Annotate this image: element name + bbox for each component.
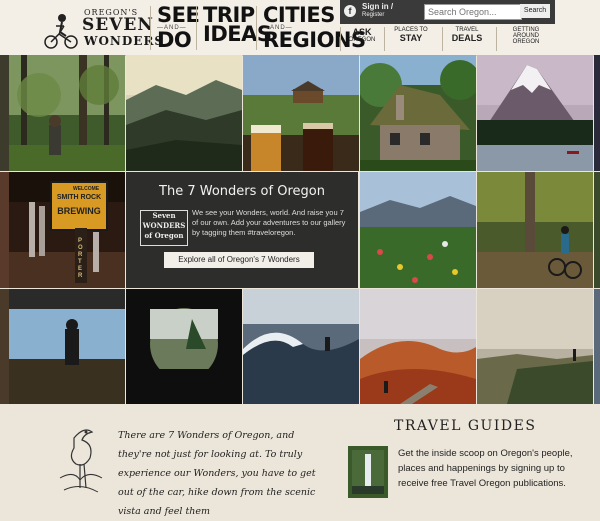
nav-see-and-do[interactable]: SEE —AND— DO — [150, 3, 200, 52]
search-button[interactable]: Search — [520, 4, 550, 18]
photo-edge-left-1[interactable] — [0, 55, 9, 171]
badge-line1: Seven — [152, 211, 176, 220]
photo-brewery[interactable]: WELCOME SMITH ROCK BREWING PORTER — [9, 172, 125, 288]
nav-trip-ideas[interactable]: TRIP IDEAS — [196, 5, 272, 50]
seven-wonders-badge-icon: Seven WONDERS of Oregon — [140, 210, 188, 246]
photo-beer-cabin[interactable] — [243, 55, 359, 171]
nav-ask-bottom: OREGON — [348, 37, 376, 43]
nav-travel-bottom: DEALS — [451, 33, 483, 43]
travel-guide-cover-image[interactable] — [348, 446, 388, 498]
signin-label: Sign in / — [362, 2, 394, 11]
seven-wonders-panel: The 7 Wonders of Oregon Seven WONDERS of… — [126, 172, 358, 288]
search-input[interactable] — [424, 4, 522, 20]
facebook-icon[interactable]: f — [344, 5, 356, 17]
brewery-sign-name: SMITH ROCK — [56, 194, 102, 201]
photo-painted-hills[interactable] — [360, 289, 476, 404]
site-logo[interactable]: OREGON'S SEVEN WONDERS — [44, 6, 163, 50]
photo-edge-left-2[interactable] — [0, 172, 9, 288]
nav-cities-and-regions[interactable]: CITIES —AND— REGIONS — [256, 3, 366, 52]
nav-ask-top: ASK — [352, 27, 372, 37]
heron-icon — [59, 429, 103, 493]
nav-see-and-do-bottom: DO — [157, 28, 192, 52]
photo-viewpoint-man[interactable] — [9, 289, 125, 404]
wonders-title: The 7 Wonders of Oregon — [159, 184, 325, 199]
photo-hills-sunset[interactable] — [126, 55, 242, 171]
top-utility-bar: f Sign in / Register Search — [340, 0, 555, 24]
wonders-story-text: There are 7 Wonders of Oregon, and they'… — [118, 430, 316, 517]
nav-trip-ideas-bottom: IDEAS — [203, 22, 272, 46]
photo-surfer[interactable] — [243, 289, 359, 404]
bottom-section: There are 7 Wonders of Oregon, and they'… — [0, 404, 600, 517]
brewery-sign-brewing: BREWING — [57, 206, 101, 216]
nav-getting-bottom: AROUND OREGON — [512, 33, 540, 45]
nav-cities-bottom: REGIONS — [263, 28, 366, 52]
brewery-tap-porter: PORTER — [78, 238, 83, 279]
nav-see-and-do-top: SEE — [157, 3, 200, 27]
photo-foggy-cliff[interactable] — [477, 289, 593, 404]
signin-link[interactable]: Sign in / Register — [362, 3, 393, 19]
photo-forest-hiker[interactable] — [9, 55, 125, 171]
nav-places-bottom: STAY — [399, 33, 423, 43]
nav-ask-oregon[interactable]: ASK OREGON — [340, 27, 383, 51]
travel-guides-description: Get the inside scoop on Oregon's people,… — [398, 448, 573, 489]
photo-wildflower-meadow[interactable] — [360, 172, 476, 288]
photo-mountain-biker[interactable] — [477, 172, 593, 288]
badge-line3: of Oregon — [144, 231, 184, 240]
brewery-sign-welcome: WELCOME — [73, 186, 100, 192]
photo-cottage[interactable] — [360, 55, 476, 171]
badge-line2: WONDERS — [142, 221, 186, 230]
site-header: OREGON'S SEVEN WONDERS SEE —AND— DO TRIP… — [0, 0, 600, 56]
explore-wonders-button[interactable]: Explore all of Oregon's 7 Wonders — [164, 252, 314, 268]
photo-edge-left-3[interactable] — [0, 289, 9, 404]
wonders-description: We see your Wonders, world. And raise yo… — [192, 208, 346, 237]
travel-guides-title: TRAVEL GUIDES — [394, 418, 537, 434]
photo-mount-hood[interactable] — [477, 55, 593, 171]
photo-edge-right-1[interactable] — [594, 55, 600, 171]
photo-tunnel[interactable] — [126, 289, 242, 404]
photo-edge-right-3[interactable] — [594, 289, 600, 404]
bike-logo-icon — [44, 14, 78, 49]
photo-edge-right-2[interactable] — [594, 172, 600, 288]
register-label: Register — [362, 12, 385, 18]
nav-cities-top: CITIES — [263, 3, 335, 27]
logo-line2: SEVEN — [82, 15, 154, 35]
nav-places-to-stay[interactable]: PLACES TO STAY — [384, 27, 437, 51]
nav-travel-deals[interactable]: TRAVEL DEALS — [442, 27, 491, 51]
nav-getting-around[interactable]: GETTING AROUND OREGON — [496, 27, 555, 51]
